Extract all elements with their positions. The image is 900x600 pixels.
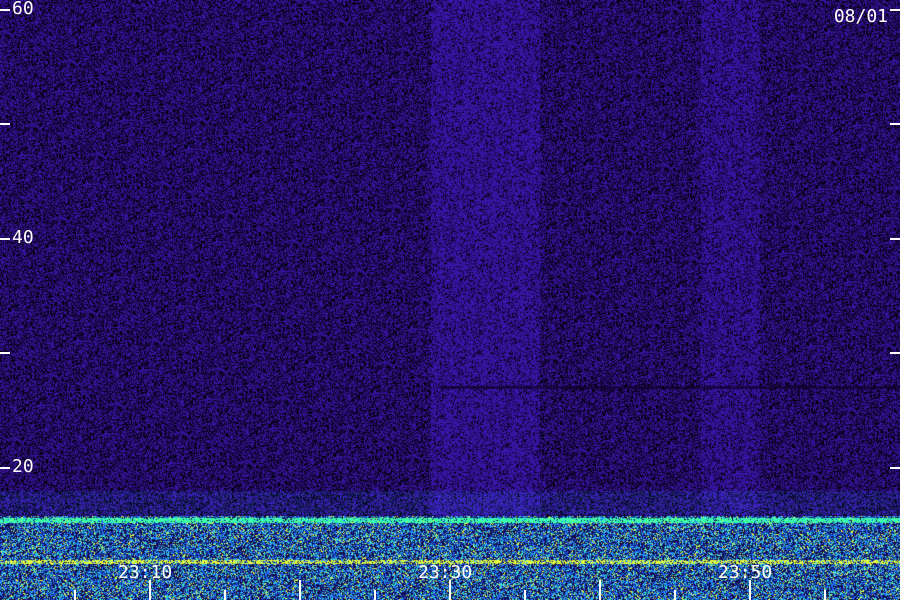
y-tick-mark xyxy=(0,238,10,240)
y-tick-mark xyxy=(0,467,10,469)
x-tick-mark xyxy=(599,580,601,600)
x-tick-label-2350: 23:50 xyxy=(718,562,773,583)
x-tick-mark xyxy=(74,590,76,600)
y-tick-mark xyxy=(0,9,10,11)
spectrogram-canvas xyxy=(0,0,900,600)
x-tick-mark xyxy=(449,580,451,600)
spectrogram-view: 60 40 20 08/01 23:10 23:30 23:50 xyxy=(0,0,900,600)
x-tick-mark xyxy=(749,580,751,600)
y-tick-mark-right xyxy=(890,352,900,354)
y-tick-mark-right xyxy=(890,467,900,469)
y-tick-label-20: 20 xyxy=(12,456,34,477)
y-tick-mark xyxy=(0,352,10,354)
y-tick-mark-right xyxy=(890,123,900,125)
y-tick-mark xyxy=(0,123,10,125)
x-tick-mark xyxy=(299,580,301,600)
x-tick-label-2330: 23:30 xyxy=(418,562,473,583)
y-tick-mark-right xyxy=(890,9,900,11)
y-tick-label-40: 40 xyxy=(12,227,34,248)
x-tick-mark xyxy=(524,590,526,600)
x-tick-label-2310: 23:10 xyxy=(118,562,173,583)
y-tick-mark-right xyxy=(890,238,900,240)
x-tick-mark xyxy=(824,590,826,600)
x-tick-mark xyxy=(674,590,676,600)
date-label: 08/01 xyxy=(833,6,888,27)
y-tick-label-60: 60 xyxy=(12,0,34,19)
x-tick-mark xyxy=(374,590,376,600)
x-tick-mark xyxy=(224,590,226,600)
x-tick-mark xyxy=(149,580,151,600)
